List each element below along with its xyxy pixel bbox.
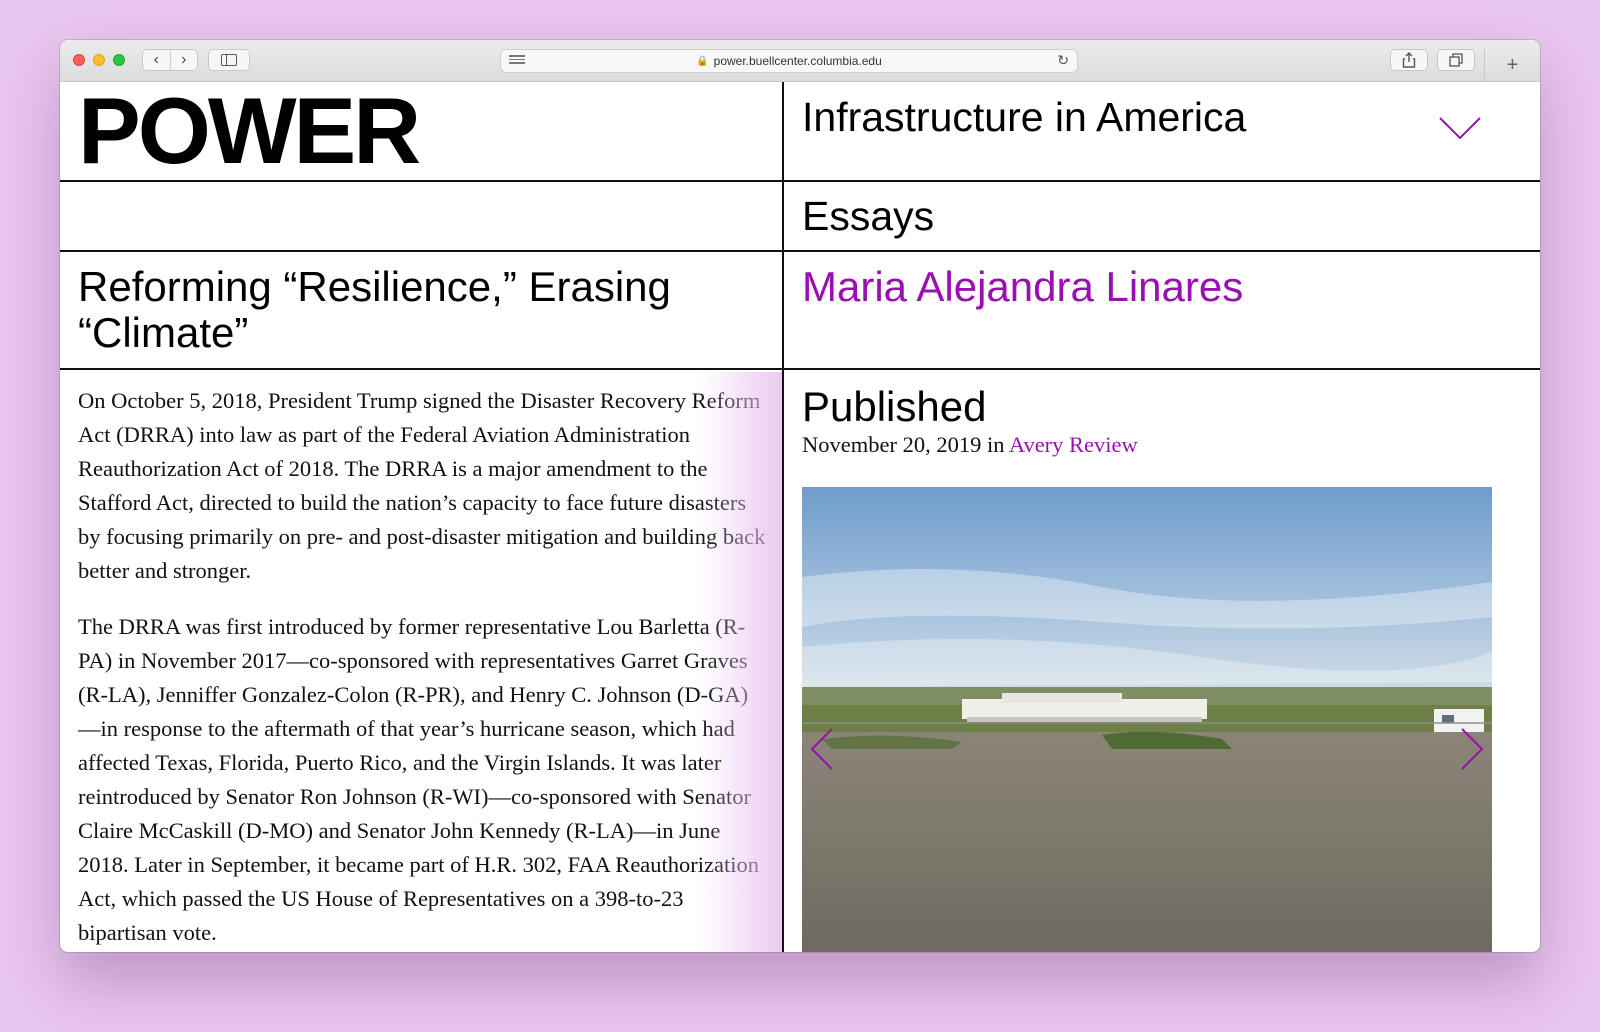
browser-toolbar: ‹ › 🔒 power.buellcenter.columbia.edu ↻ + — [60, 40, 1540, 82]
carousel-prev-icon[interactable] — [810, 727, 834, 771]
close-window-button[interactable] — [73, 54, 85, 66]
history-navigation: ‹ › — [142, 49, 198, 71]
forward-icon[interactable]: › — [171, 50, 198, 70]
site-logo[interactable]: POWER — [78, 84, 421, 178]
share-button[interactable] — [1390, 49, 1428, 71]
sidebar-toggle-button[interactable] — [208, 49, 250, 71]
paragraph: The DRRA was first introduced by former … — [78, 614, 760, 945]
reader-view-icon[interactable] — [509, 55, 525, 67]
section-label[interactable]: Essays — [802, 194, 934, 238]
back-icon[interactable]: ‹ — [143, 50, 171, 70]
venue-link[interactable]: Avery Review — [1009, 432, 1138, 457]
published-in: in — [981, 432, 1009, 457]
divider — [60, 250, 1540, 252]
new-tab-button[interactable]: + — [1484, 49, 1540, 82]
reload-icon[interactable]: ↻ — [1057, 52, 1069, 69]
published-heading: Published — [802, 383, 987, 430]
zoom-window-button[interactable] — [113, 54, 125, 66]
essay-image-carousel — [802, 487, 1492, 952]
flooded-facility-photo — [802, 487, 1492, 952]
browser-window: ‹ › 🔒 power.buellcenter.columbia.edu ↻ + — [60, 40, 1540, 952]
address-bar[interactable]: 🔒 power.buellcenter.columbia.edu ↻ — [500, 49, 1078, 73]
share-icon — [1402, 52, 1416, 68]
page-content: POWER Infrastructure in America Essays R… — [60, 82, 1540, 952]
tabs-icon — [1449, 53, 1463, 67]
divider — [60, 368, 1540, 370]
lock-icon: 🔒 — [696, 55, 709, 67]
sidebar-icon — [221, 54, 237, 66]
minimize-window-button[interactable] — [93, 54, 105, 66]
tab-overview-button[interactable] — [1437, 49, 1475, 71]
essay-title: Reforming “Resilience,” Erasing “Climate… — [78, 263, 671, 356]
url-text: power.buellcenter.columbia.edu — [713, 54, 882, 68]
series-title[interactable]: Infrastructure in America — [802, 97, 1322, 138]
published-date: November 20, 2019 — [802, 432, 982, 457]
column-divider — [782, 82, 784, 952]
carousel-next-icon[interactable] — [1460, 727, 1484, 771]
essay-body: On October 5, 2018, President Trump sign… — [78, 384, 770, 952]
published-meta: November 20, 2019 in Avery Review — [802, 432, 1138, 458]
paragraph: On October 5, 2018, President Trump sign… — [78, 388, 766, 583]
author-link[interactable]: Maria Alejandra Linares — [802, 264, 1243, 310]
chevron-down-icon[interactable] — [1438, 116, 1482, 142]
